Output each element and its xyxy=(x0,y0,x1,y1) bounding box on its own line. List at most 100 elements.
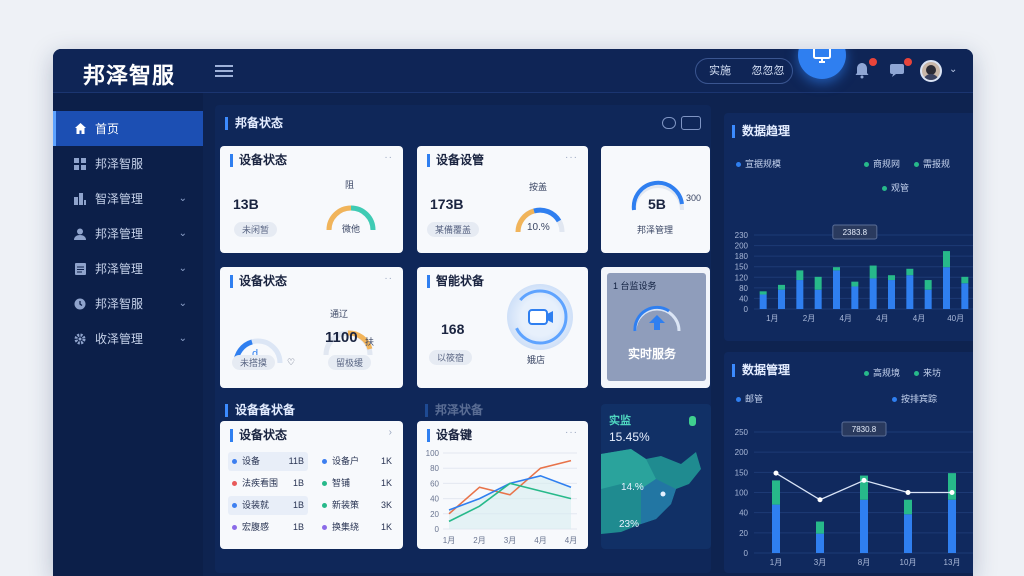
bar xyxy=(772,504,780,553)
list-label: 换集绕 xyxy=(332,522,360,532)
sidebar-item-label: 邦泽智服 xyxy=(95,297,144,311)
smart-status-card[interactable]: 智能状备 168 以筱宿 娥店 xyxy=(417,267,588,388)
y-tick-label: 250 xyxy=(735,428,749,437)
card-side-value: 300 xyxy=(686,193,702,203)
chevron-down-icon[interactable]: ⌄ xyxy=(949,64,957,75)
map-value: 15.45% xyxy=(609,430,650,444)
list-label: 智铺 xyxy=(332,478,351,488)
map-card[interactable]: 实监 15.45% 14.% 23% xyxy=(601,404,711,549)
line-point xyxy=(861,477,867,483)
bar xyxy=(778,284,785,290)
list-cell: 宏腹感 1B xyxy=(228,518,308,537)
chart-legend: 高规境 来坊 xyxy=(864,366,941,379)
user-avatar[interactable] xyxy=(920,60,942,82)
list-cell: 新装策 3K xyxy=(318,496,396,515)
card-title: 设备设管 xyxy=(427,154,484,167)
sidebar-item-settings[interactable]: 收泽管理 ⌄ xyxy=(53,321,203,356)
legend-item: 来坊 xyxy=(914,366,941,379)
legend-item: 宣据规模 xyxy=(736,157,781,170)
bar xyxy=(943,267,950,309)
chevron-down-icon: ⌄ xyxy=(178,333,187,344)
legend-item: 邮管 xyxy=(736,392,763,405)
line-chart: 0 20 40 60 80 100 1月 2月 3月 4月 4月 xyxy=(426,449,578,545)
bar xyxy=(869,265,877,279)
sidebar-item-management-1[interactable]: 智泽管理 ⌄ xyxy=(53,181,203,216)
chart-legend: 观管 xyxy=(882,181,909,194)
y-tick-label: 150 xyxy=(735,468,749,477)
sidebar-item-home[interactable]: 首页 xyxy=(53,111,203,146)
bar xyxy=(860,499,868,553)
chart-legend: 商规网 需报规 xyxy=(864,157,950,170)
y-tick-label: 20 xyxy=(430,510,439,519)
x-tick-label: 3月 xyxy=(504,536,516,545)
chevron-down-icon: ⌄ xyxy=(178,263,187,274)
line-point xyxy=(817,497,823,503)
bar-chart-management: 0 20 40 100 150 200 250 1月 3月 8月 10月 13月 7830.8 xyxy=(735,421,973,567)
user-icon xyxy=(73,227,87,241)
heart-icon[interactable]: ♡ xyxy=(287,357,295,368)
more-icon[interactable]: ··· xyxy=(565,427,578,438)
bar xyxy=(943,251,950,268)
toggle-icon[interactable] xyxy=(689,416,696,426)
sidebar-item-smart-service[interactable]: 邦泽智服 xyxy=(53,146,203,181)
status-dot xyxy=(322,503,327,508)
chevron-right-icon[interactable]: › xyxy=(389,427,393,438)
bar xyxy=(759,294,767,309)
top-button-1[interactable]: 实施 xyxy=(696,59,744,83)
sidebar-item-management-2[interactable]: 邦泽管理 ⌄ xyxy=(53,216,203,251)
bell-icon[interactable] xyxy=(853,58,877,81)
tooltip-text: 7830.8 xyxy=(852,425,877,434)
y-tick-label: 40 xyxy=(430,495,439,504)
list-item[interactable]: 设备 11B 设备户 1K xyxy=(228,451,398,473)
x-tick-label: 1月 xyxy=(770,558,782,567)
sidebar-item-label: 智泽管理 xyxy=(95,192,144,206)
sidebar-item-management-3[interactable]: 邦泽管理 ⌄ xyxy=(53,251,203,286)
gauge-label: 按盖 xyxy=(529,182,548,192)
bar xyxy=(833,267,840,271)
card-value: 168 xyxy=(441,321,465,337)
top-button-2[interactable]: 忽忽忽 xyxy=(744,59,792,83)
expand-icon[interactable] xyxy=(681,116,701,130)
line-chart-card[interactable]: 设备键 ··· 0 20 40 60 80 100 1月 2月 3月 4月 4月 xyxy=(417,421,588,549)
more-icon[interactable]: ·· xyxy=(384,273,393,284)
coverage-card[interactable]: 5B 300 邦泽管理 xyxy=(601,146,710,253)
bar xyxy=(851,286,859,309)
line-point xyxy=(905,490,911,495)
more-icon[interactable]: ··· xyxy=(565,152,578,163)
data-management-panel: 数据管理 高规境 来坊 邮管 按排宾踪 0 20 40 100 150 200 250 1月 3… xyxy=(724,352,973,573)
card-title: 设备状态 xyxy=(230,154,287,167)
legend-item: 按排宾踪 xyxy=(892,392,937,405)
list-label: 设备户 xyxy=(332,456,360,466)
chevron-down-icon: ⌄ xyxy=(178,193,187,204)
device-list-card[interactable]: 设备状态 › 设备 11B 设备户 1K 法疾看围 1B 智铺 1K 设装就 1B 新装策 3K 宏腹感… xyxy=(220,421,403,549)
realtime-service-card[interactable]: 1 台监设务 实时服务 xyxy=(601,267,710,388)
menu-toggle-icon[interactable] xyxy=(215,62,233,80)
list-item[interactable]: 宏腹感 1B 换集绕 1K xyxy=(228,517,398,539)
sidebar-item-smart-service-2[interactable]: 邦泽智服 ⌄ xyxy=(53,286,203,321)
y-tick-label: 100 xyxy=(735,489,749,498)
device-status-card[interactable]: 设备状态 ·· 13B 未闲暂 阻 微他 xyxy=(220,146,403,253)
device-management-card[interactable]: 设备设管 ··· 173B 某備覆盖 按盖 10.% xyxy=(417,146,588,253)
list-item[interactable]: 法疾看围 1B 智铺 1K xyxy=(228,473,398,495)
device-status-card-2[interactable]: 设备状态 ·· d 未搭摸 ♡ 通辽 1100 扶 留极缓 xyxy=(220,267,403,388)
chart-icon xyxy=(73,192,87,206)
bar xyxy=(833,270,840,309)
chat-icon[interactable] xyxy=(662,117,676,129)
card-title: 设备键 xyxy=(427,429,472,442)
bar xyxy=(906,268,914,276)
y-tick-label: 20 xyxy=(739,529,748,538)
status-dot xyxy=(232,503,237,508)
y-tick-label: 180 xyxy=(735,252,749,261)
card-caption: 娥店 xyxy=(527,355,546,365)
message-icon[interactable] xyxy=(888,58,912,81)
list-label: 法疾看围 xyxy=(242,478,279,488)
list-item[interactable]: 设装就 1B 新装策 3K xyxy=(228,495,398,517)
clock-icon xyxy=(73,297,87,311)
bar xyxy=(904,514,912,553)
y-tick-label: 80 xyxy=(739,284,748,293)
bar xyxy=(924,289,932,309)
bar xyxy=(796,280,804,309)
more-icon[interactable]: ·· xyxy=(384,152,393,163)
y-tick-label: 100 xyxy=(426,449,440,458)
list-value: 1B xyxy=(292,500,304,510)
